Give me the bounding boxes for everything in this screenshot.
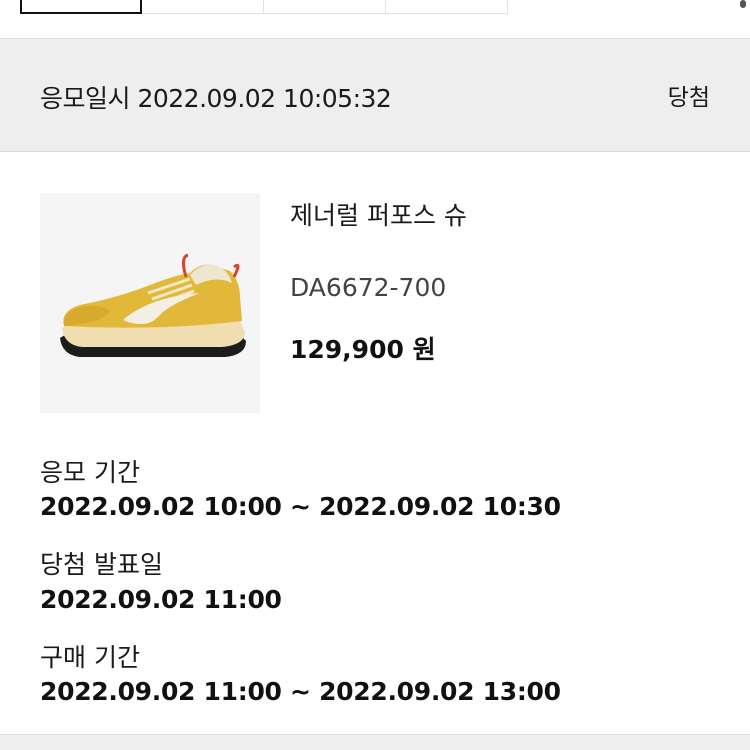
tab-4[interactable]: [386, 0, 508, 14]
section-divider: [0, 734, 750, 750]
entry-period-value: 2022.09.02 10:00 ~ 2022.09.02 10:30: [40, 492, 561, 521]
purchase-period-label: 구매 기간: [40, 643, 140, 672]
sneaker-illustration: [60, 253, 246, 357]
product-sku: DA6672-700: [290, 273, 447, 302]
announcement-date-value: 2022.09.02 11:00: [40, 585, 282, 614]
product-image[interactable]: [40, 193, 260, 413]
scrollbar-thumb[interactable]: [740, 0, 746, 8]
tab-strip: [20, 0, 508, 16]
product-name[interactable]: 제너럴 퍼포스 슈: [290, 196, 467, 232]
lottery-entry-detail-page: 응모일시 2022.09.02 10:05:32 당첨 제너럴 퍼포스 슈 DA…: [0, 0, 750, 750]
entry-header: 응모일시 2022.09.02 10:05:32 당첨: [0, 38, 750, 152]
win-status-badge: 당첨: [667, 85, 710, 111]
tab-2[interactable]: [142, 0, 264, 14]
product-price: 129,900 원: [290, 335, 436, 364]
entry-period-label: 응모 기간: [40, 458, 140, 487]
entry-datetime: 응모일시 2022.09.02 10:05:32: [40, 84, 392, 113]
announcement-date-label: 당첨 발표일: [40, 550, 163, 579]
tab-3[interactable]: [264, 0, 386, 14]
tab-1[interactable]: [20, 0, 142, 14]
purchase-period-value: 2022.09.02 11:00 ~ 2022.09.02 13:00: [40, 677, 561, 706]
